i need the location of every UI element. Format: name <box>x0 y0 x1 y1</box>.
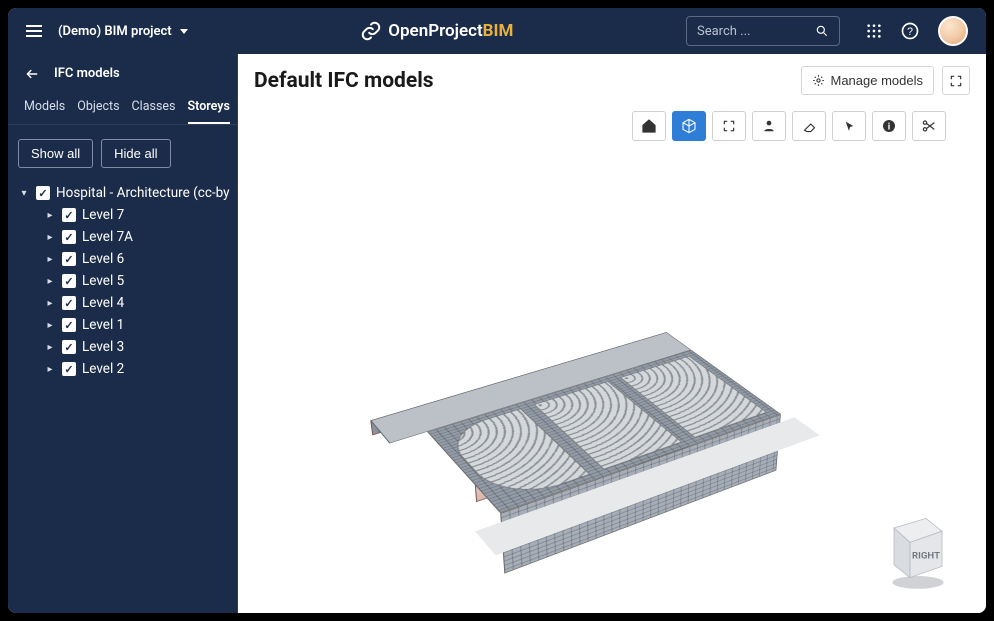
apps-icon[interactable] <box>866 23 882 39</box>
tab-objects[interactable]: Objects <box>77 99 119 124</box>
brand-logo: OpenProjectBIM <box>204 20 670 42</box>
search-placeholder: Search ... <box>697 24 750 39</box>
sidebar-tabs: Models Objects Classes Storeys <box>8 93 237 125</box>
checkbox-icon[interactable]: ✓ <box>62 208 76 222</box>
tree-item[interactable]: ▸ ✓ Level 7A <box>18 226 231 248</box>
3d-viewer[interactable]: RIGHT <box>238 149 986 613</box>
expand-icon <box>949 74 963 88</box>
svg-text:i: i <box>888 121 890 132</box>
tree-item-label: Level 2 <box>82 361 124 377</box>
tool-fit[interactable] <box>712 111 746 141</box>
sidebar-title: IFC models <box>54 66 120 81</box>
tree-item[interactable]: ▸ ✓ Level 4 <box>18 292 231 314</box>
checkbox-icon[interactable]: ✓ <box>62 230 76 244</box>
menu-toggle-icon[interactable] <box>26 25 42 37</box>
tab-classes[interactable]: Classes <box>132 99 176 124</box>
chevron-right-icon[interactable]: ▸ <box>44 364 56 375</box>
checkbox-icon[interactable]: ✓ <box>62 318 76 332</box>
tree-item-label: Level 4 <box>82 295 124 311</box>
sidebar: IFC models Models Objects Classes Storey… <box>8 54 238 613</box>
tree-item-label: Level 1 <box>82 317 124 333</box>
tool-pointer[interactable] <box>832 111 866 141</box>
tab-models[interactable]: Models <box>24 99 65 124</box>
tree-item-label: Level 7A <box>82 229 133 245</box>
svg-text:RIGHT: RIGHT <box>912 550 940 561</box>
tree-item[interactable]: ▸ ✓ Level 5 <box>18 270 231 292</box>
chevron-right-icon[interactable]: ▸ <box>44 210 56 221</box>
search-input[interactable]: Search ... <box>686 16 840 46</box>
gear-icon <box>812 74 825 87</box>
chevron-right-icon[interactable]: ▸ <box>44 276 56 287</box>
scissors-icon <box>921 118 937 134</box>
checkbox-icon[interactable]: ✓ <box>36 186 50 200</box>
svg-text:?: ? <box>907 26 913 38</box>
tab-storeys[interactable]: Storeys <box>188 99 230 124</box>
tree-item[interactable]: ▸ ✓ Level 3 <box>18 336 231 358</box>
tree-item[interactable]: ▸ ✓ Level 1 <box>18 314 231 336</box>
fit-icon <box>722 119 736 133</box>
page-title: Default IFC models <box>254 69 434 93</box>
pointer-icon <box>843 119 856 134</box>
project-selector[interactable]: (Demo) BIM project <box>58 24 188 39</box>
person-icon <box>762 119 776 133</box>
back-arrow-icon[interactable] <box>24 67 40 81</box>
chevron-right-icon[interactable]: ▸ <box>44 298 56 309</box>
user-avatar[interactable] <box>938 16 968 46</box>
link-icon <box>360 20 382 42</box>
tool-home[interactable] <box>632 111 666 141</box>
project-name: (Demo) BIM project <box>58 24 172 39</box>
tree-item-label: Level 5 <box>82 273 124 289</box>
eraser-icon <box>802 119 817 134</box>
tool-info[interactable]: i <box>872 111 906 141</box>
building-model <box>425 269 825 569</box>
checkbox-icon[interactable]: ✓ <box>62 340 76 354</box>
checkbox-icon[interactable]: ✓ <box>62 296 76 310</box>
info-icon: i <box>881 118 897 134</box>
search-icon <box>815 24 829 38</box>
tree-item[interactable]: ▸ ✓ Level 6 <box>18 248 231 270</box>
main-panel: Default IFC models Manage models <box>238 54 986 613</box>
tool-person[interactable] <box>752 111 786 141</box>
home-icon <box>641 118 657 134</box>
tree-item[interactable]: ▸ ✓ Level 7 <box>18 204 231 226</box>
nav-cube[interactable]: RIGHT <box>878 503 958 593</box>
storey-tree: ▾ ✓ Hospital - Architecture (cc-by ▸ ✓ Lev… <box>8 182 237 380</box>
tree-item-label: Level 6 <box>82 251 124 267</box>
manage-models-button[interactable]: Manage models <box>801 66 935 95</box>
expand-button[interactable] <box>942 66 970 95</box>
show-all-button[interactable]: Show all <box>18 139 93 168</box>
tool-scissors[interactable] <box>912 111 946 141</box>
viewer-toolbar: i <box>238 107 986 149</box>
checkbox-icon[interactable]: ✓ <box>62 274 76 288</box>
tree-item[interactable]: ▸ ✓ Level 2 <box>18 358 231 380</box>
checkbox-icon[interactable]: ✓ <box>62 252 76 266</box>
chevron-down-icon[interactable]: ▾ <box>18 188 30 199</box>
chevron-right-icon[interactable]: ▸ <box>44 320 56 331</box>
caret-down-icon <box>180 29 188 34</box>
app-header: (Demo) BIM project OpenProjectBIM Search… <box>8 8 986 54</box>
tool-cube[interactable] <box>672 111 706 141</box>
tree-root[interactable]: ▾ ✓ Hospital - Architecture (cc-by <box>18 182 231 204</box>
chevron-right-icon[interactable]: ▸ <box>44 254 56 265</box>
tree-item-label: Level 7 <box>82 207 124 223</box>
cube-icon <box>681 118 697 134</box>
tree-item-label: Level 3 <box>82 339 124 355</box>
checkbox-icon[interactable]: ✓ <box>62 362 76 376</box>
tool-eraser[interactable] <box>792 111 826 141</box>
help-icon[interactable]: ? <box>900 21 920 41</box>
chevron-right-icon[interactable]: ▸ <box>44 232 56 243</box>
chevron-right-icon[interactable]: ▸ <box>44 342 56 353</box>
hide-all-button[interactable]: Hide all <box>101 139 170 168</box>
